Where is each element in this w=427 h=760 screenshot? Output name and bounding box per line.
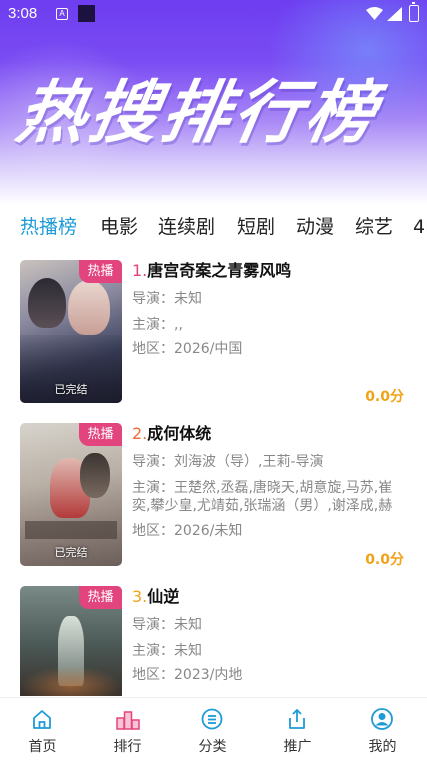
title-text: 成何体统 bbox=[147, 424, 212, 443]
poster-status: 已完结 bbox=[54, 546, 88, 559]
poster-figure bbox=[80, 453, 110, 498]
tabbar-label: 排行 bbox=[113, 739, 142, 755]
hot-badge: 热播 bbox=[79, 586, 122, 609]
region-text: 地区：2023/内地 bbox=[132, 667, 243, 683]
tabbar-label: 首页 bbox=[28, 739, 57, 755]
item-title[interactable]: 1.唐宫奇案之青雾风鸣 bbox=[132, 260, 291, 282]
rank-number: 3. bbox=[132, 587, 148, 606]
tab-anime[interactable]: 动漫 bbox=[296, 212, 334, 242]
tabbar-label: 推广 bbox=[283, 739, 312, 755]
hero-title: 热搜排行榜 bbox=[11, 74, 386, 153]
tabbar-promote[interactable]: 推广 bbox=[255, 698, 340, 760]
cast-text: 主演：未知 bbox=[132, 643, 202, 659]
list-item[interactable]: 热播 已完结 1.唐宫奇案之青雾风鸣 导演：未知 主演：,, 地区：2026/中… bbox=[0, 260, 427, 405]
hot-badge: 热播 bbox=[79, 260, 122, 283]
tabbar-category[interactable]: 分类 bbox=[170, 698, 255, 760]
poster-strip bbox=[25, 521, 117, 539]
director-text: 导演：未知 bbox=[132, 617, 202, 633]
hero-banner: 热搜排行榜 bbox=[0, 0, 427, 205]
tab-series[interactable]: 连续剧 bbox=[158, 212, 215, 242]
share-icon bbox=[289, 708, 305, 729]
tabbar-ranking[interactable]: 排行 bbox=[85, 698, 170, 760]
profile-icon bbox=[371, 708, 393, 730]
rank-number: 2. bbox=[132, 424, 148, 443]
status-bar: 3:08 A bbox=[0, 0, 427, 30]
director-text: 导演：未知 bbox=[132, 291, 202, 307]
list-item[interactable]: 热播 3.仙逆 导演：未知 主演：未知 地区：2023/内地 bbox=[0, 586, 427, 696]
status-time: 3:08 bbox=[8, 5, 38, 22]
tab-hot[interactable]: 热播榜 bbox=[20, 212, 77, 242]
score-text: 0.0分 bbox=[365, 389, 404, 405]
poster-figure bbox=[68, 280, 110, 335]
home-icon bbox=[33, 710, 51, 729]
region-text: 地区：2026/未知 bbox=[132, 522, 402, 540]
tabbar-home[interactable]: 首页 bbox=[0, 698, 85, 760]
director-text: 导演：刘海波（导）,王莉-导演 bbox=[132, 454, 324, 470]
category-tabs: 热播榜 电影 连续剧 短剧 动漫 综艺 4K bbox=[0, 212, 427, 246]
tab-short-drama[interactable]: 短剧 bbox=[237, 212, 275, 242]
tabbar-profile[interactable]: 我的 bbox=[340, 698, 425, 760]
poster-image[interactable]: 热播 已完结 bbox=[20, 260, 122, 403]
notification-square-icon bbox=[78, 5, 95, 22]
battery-icon bbox=[409, 2, 419, 22]
bottom-tabbar: 首页 排行 分类 推广 我的 bbox=[0, 697, 427, 760]
region-text: 地区：2026/中国 bbox=[132, 341, 243, 357]
poster-image[interactable]: 热播 已完结 bbox=[20, 423, 122, 566]
poster-image[interactable]: 热播 bbox=[20, 586, 122, 696]
item-title[interactable]: 3.仙逆 bbox=[132, 586, 179, 608]
tabbar-label: 分类 bbox=[198, 739, 227, 755]
title-text: 仙逆 bbox=[147, 587, 180, 606]
poster-figure bbox=[28, 278, 66, 328]
cast-text: 主演：王楚然,丞磊,唐晓天,胡意旋,马苏,崔奕,攀少皇,尤靖茹,张瑞涵（男）,谢… bbox=[132, 480, 393, 514]
category-icon bbox=[201, 708, 223, 730]
signal-icon bbox=[387, 7, 402, 21]
rank-number: 1. bbox=[132, 261, 148, 280]
hot-badge: 热播 bbox=[79, 423, 122, 446]
tab-variety[interactable]: 综艺 bbox=[355, 212, 393, 242]
item-title[interactable]: 2.成何体统 bbox=[132, 423, 211, 445]
wifi-icon bbox=[366, 7, 383, 20]
notification-a-icon: A bbox=[56, 8, 68, 20]
tab-movie[interactable]: 电影 bbox=[100, 212, 138, 242]
tabbar-label: 我的 bbox=[368, 739, 397, 755]
list-item[interactable]: 热播 已完结 2.成何体统 导演：刘海波（导）,王莉-导演 主演：王楚然,丞磊,… bbox=[0, 423, 427, 568]
ranking-icon bbox=[116, 711, 140, 730]
title-text: 唐宫奇案之青雾风鸣 bbox=[147, 261, 292, 280]
poster-status: 已完结 bbox=[54, 383, 88, 396]
poster-glow bbox=[20, 666, 122, 696]
cast-text: 主演：,, bbox=[132, 317, 183, 333]
score-text: 0.0分 bbox=[365, 552, 404, 568]
tab-4k[interactable]: 4K bbox=[413, 212, 427, 242]
ranking-list: 热播 已完结 1.唐宫奇案之青雾风鸣 导演：未知 主演：,, 地区：2026/中… bbox=[0, 260, 427, 696]
